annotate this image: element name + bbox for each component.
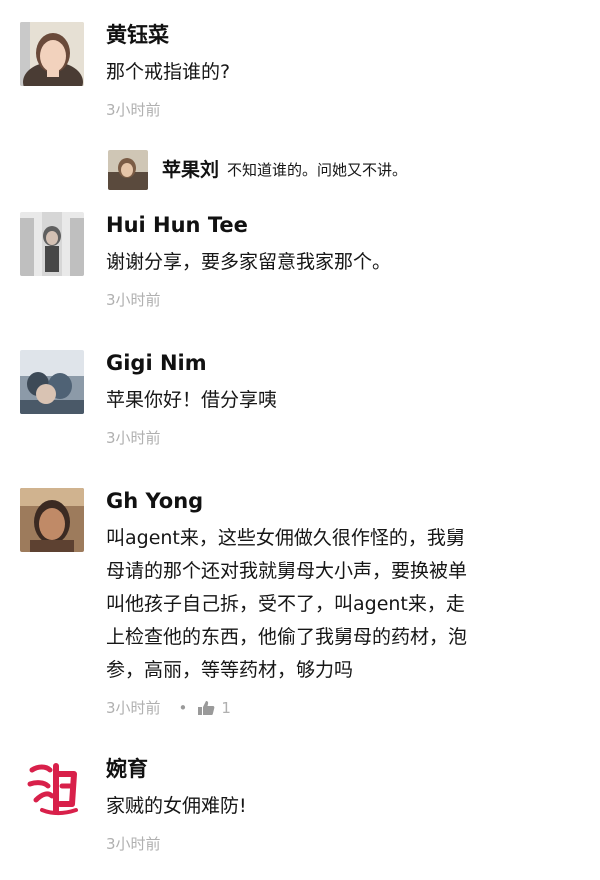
comment-item: 婉育 家贼的女佣难防! 3小时前 (20, 756, 580, 866)
avatar[interactable] (20, 488, 84, 552)
reply-text: 不知道谁的。问她又不讲。 (227, 161, 408, 179)
comment-text-line: 母请的那个还对我就舅母大小声，要换被单 (106, 560, 468, 582)
avatar[interactable] (20, 212, 84, 276)
comment-text: 那个戒指谁的? (106, 61, 231, 83)
comment-timestamp: 3小时前 (106, 101, 161, 119)
comment-author[interactable]: Gigi Nim (106, 350, 580, 376)
comment-item: Hui Hun Tee 谢谢分享，要多家留意我家那个。 3小时前 (20, 212, 580, 322)
comment-author[interactable]: 婉育 (106, 756, 580, 782)
comment-item: Gh Yong 叫agent来，这些女佣做久很作怪的，我舅 母请的那个还对我就舅… (20, 488, 580, 728)
comment-text: 家贼的女佣难防! (106, 795, 247, 817)
avatar[interactable] (20, 756, 84, 820)
comment-meta: 3小时前 (106, 99, 580, 120)
comment-timestamp: 3小时前 (106, 699, 161, 717)
comment-timestamp: 3小时前 (106, 291, 161, 309)
avatar[interactable] (20, 22, 84, 86)
comment-meta: 3小时前 (106, 289, 580, 310)
comment-text-line: 叫agent来，这些女佣做久很作怪的，我舅 (106, 527, 465, 549)
reply-avatar[interactable] (108, 150, 148, 190)
comment-text-line: 叫他孩子自己拆，受不了，叫agent来，走 (106, 593, 465, 615)
comment-text: 苹果你好！借分享咦 (106, 389, 278, 411)
reply-item: 苹果刘 不知道谁的。问她又不讲。 (108, 148, 580, 192)
comment-author[interactable]: Gh Yong (106, 488, 580, 514)
avatar[interactable] (20, 350, 84, 414)
comment-timestamp: 3小时前 (106, 835, 161, 853)
comment-meta: 3小时前 • 1 (106, 697, 580, 718)
comment-text: 谢谢分享，要多家留意我家那个。 (106, 251, 392, 273)
comment-author[interactable]: 黄钰菜 (106, 22, 580, 48)
comment-meta: 3小时前 (106, 427, 580, 448)
thumbs-up-icon[interactable] (197, 700, 215, 716)
comment-meta: 3小时前 (106, 833, 580, 854)
comment-item: 黄钰菜 那个戒指谁的? 3小时前 (20, 22, 580, 142)
comment-author[interactable]: Hui Hun Tee (106, 212, 580, 238)
comment-item: Gigi Nim 苹果你好！借分享咦 3小时前 (20, 350, 580, 460)
meta-separator: • (178, 698, 188, 717)
comment-text-line: 参，高丽，等等药材，够力吗 (106, 659, 354, 681)
comment-text-line: 上检查他的东西，他偷了我舅母的药材，泡 (106, 626, 468, 648)
reply-author[interactable]: 苹果刘 (162, 157, 219, 183)
like-count: 1 (221, 698, 231, 717)
comment-text: 叫agent来，这些女佣做久很作怪的，我舅 母请的那个还对我就舅母大小声，要换被… (106, 522, 580, 687)
comment-timestamp: 3小时前 (106, 429, 161, 447)
